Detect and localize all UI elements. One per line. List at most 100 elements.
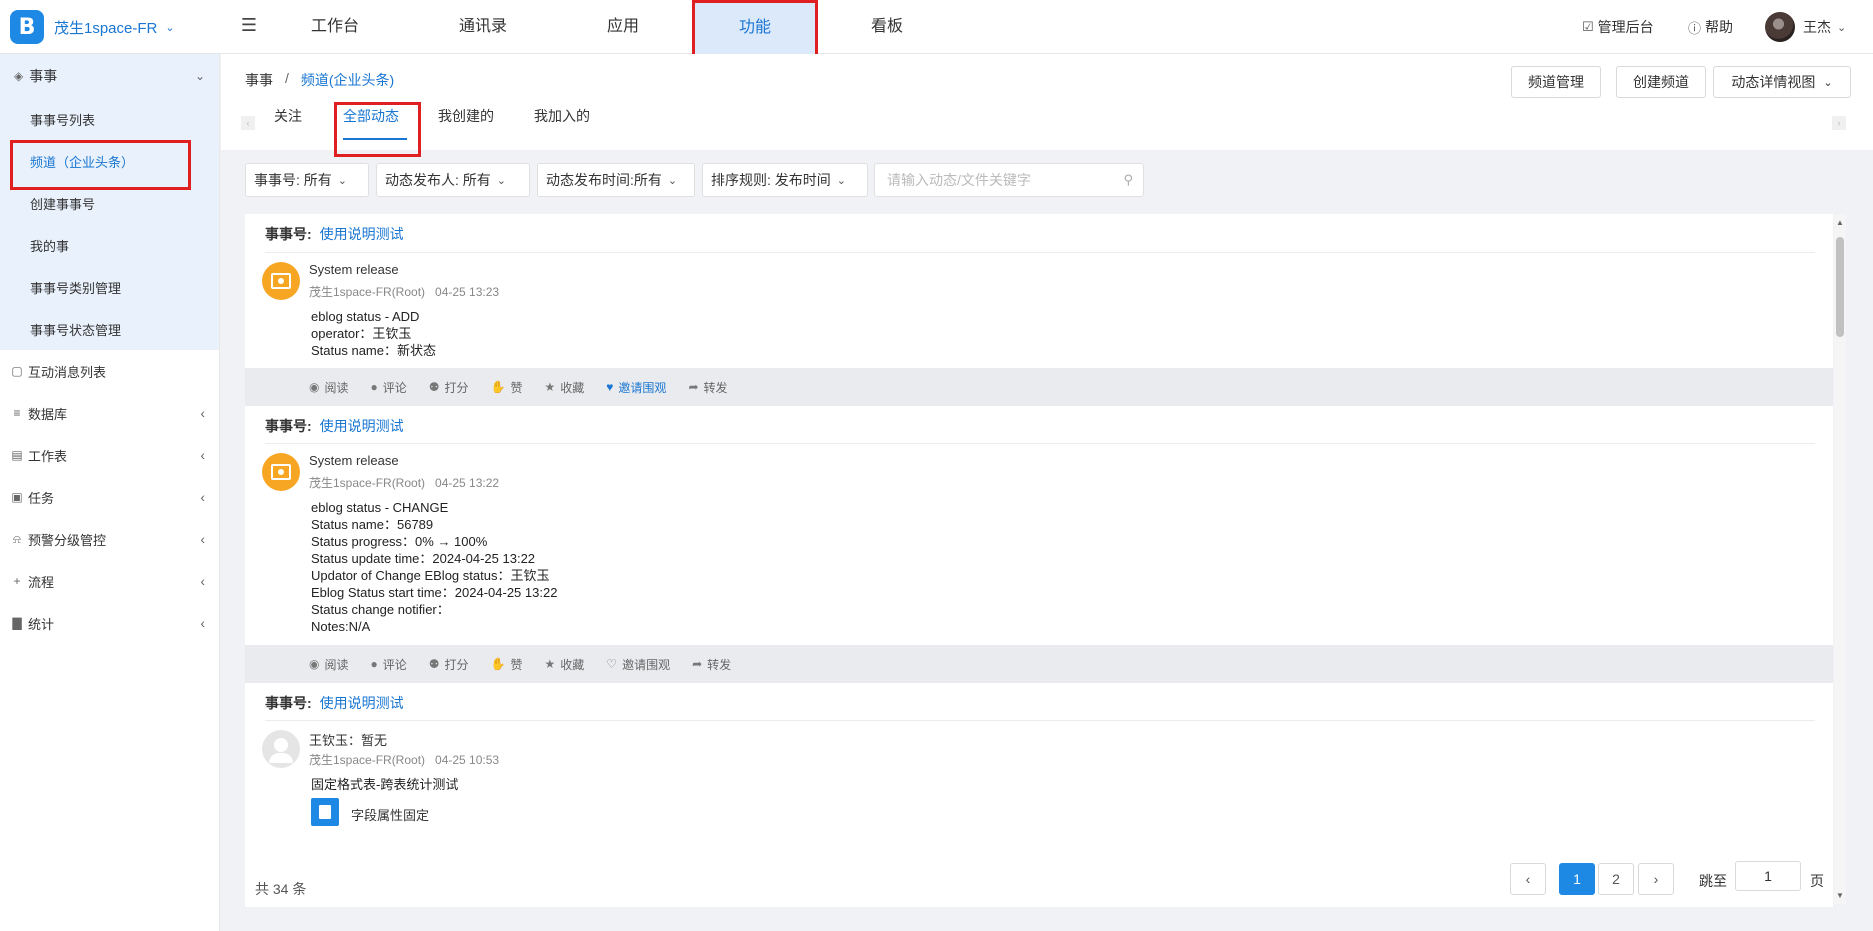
admin-link[interactable]: ☑ 管理后台: [1582, 16, 1654, 38]
sidebar-item-label: 任务: [28, 490, 55, 506]
post-channel: 事事号: 使用说明测试: [265, 416, 404, 436]
action-label: 邀请围观: [618, 380, 667, 395]
post-author[interactable]: System release: [309, 453, 399, 468]
filter-sort[interactable]: 排序规则: 发布时间 ⌄: [702, 163, 868, 197]
tab-joined[interactable]: 我加入的: [534, 106, 590, 140]
system-release-avatar-icon[interactable]: [262, 453, 300, 491]
sidebar-item-my-items[interactable]: 我的事: [0, 224, 219, 266]
action-label: 阅读: [324, 657, 349, 672]
user-avatar-icon[interactable]: [262, 730, 300, 768]
admin-icon: ☑: [1582, 19, 1594, 34]
chevron-left-icon: ‹: [200, 489, 205, 505]
rate-button[interactable]: ⚉ 打分: [429, 656, 469, 673]
sidebar-item-process[interactable]: + 流程 ‹: [0, 560, 219, 602]
filter-publish-time[interactable]: 动态发布时间: 所有 ⌄: [537, 163, 695, 197]
search-input[interactable]: 请输入动态/文件关键字 ⚲: [874, 163, 1144, 197]
comment-button[interactable]: ● 评论: [371, 656, 407, 673]
nav-contacts[interactable]: 通讯录: [438, 0, 528, 54]
favorite-button[interactable]: ★ 收藏: [545, 656, 585, 673]
scrollbar-thumb[interactable]: [1836, 237, 1844, 337]
nav-dashboard[interactable]: 看板: [842, 0, 932, 54]
like-button[interactable]: ✋ 赞: [491, 379, 523, 396]
tab-scroll-left-icon[interactable]: ‹: [241, 116, 255, 130]
help-icon: ⓘ: [1688, 20, 1702, 36]
sidebar-item-worksheet[interactable]: ▤ 工作表 ‹: [0, 434, 219, 476]
scroll-down-icon[interactable]: ▼: [1836, 891, 1844, 900]
post-divider: [265, 443, 1815, 444]
sidebar-item-status-mgmt[interactable]: 事事号状态管理: [0, 308, 219, 350]
document-icon[interactable]: [311, 798, 339, 826]
comment-button[interactable]: ● 评论: [371, 379, 407, 396]
heart-icon: ♥: [606, 380, 614, 394]
post-channel-link[interactable]: 使用说明测试: [320, 416, 404, 436]
tab-created[interactable]: 我创建的: [438, 106, 494, 140]
comment-icon: ●: [370, 657, 378, 671]
read-button[interactable]: ◉ 阅读: [309, 656, 349, 673]
nav-functions[interactable]: 功能: [695, 0, 815, 54]
post-line: Updator of Change EBlog status：王钦玉: [311, 568, 550, 583]
action-label: 打分: [444, 380, 469, 395]
help-link[interactable]: ⓘ 帮助: [1688, 16, 1733, 38]
breadcrumb-current: 频道(企业头条): [300, 72, 395, 88]
favorite-button[interactable]: ★ 收藏: [545, 379, 585, 396]
sidebar-item-messages[interactable]: ▢ 互动消息列表: [0, 350, 219, 392]
rate-button[interactable]: ⚉ 打分: [429, 379, 469, 396]
post-author[interactable]: 王钦玉：暂无: [309, 730, 387, 749]
attachment-name[interactable]: 字段属性固定: [351, 805, 429, 824]
sidebar-item-create-account[interactable]: 创建事事号: [0, 182, 219, 224]
nav-workbench[interactable]: 工作台: [290, 0, 380, 54]
breadcrumb-root[interactable]: 事事: [245, 70, 273, 90]
create-channel-button[interactable]: 创建频道: [1616, 66, 1706, 98]
sidebar: ◈ 事事 ⌄ 事事号列表 频道（企业头条） 创建事事号 我的事 事事号类别管理 …: [0, 54, 220, 931]
feed-scrollbar[interactable]: ▲ ▼: [1834, 214, 1846, 904]
brand-switcher[interactable]: B 茂生1space-FR ⌄: [10, 10, 175, 44]
post-channel-link[interactable]: 使用说明测试: [320, 224, 404, 244]
read-button[interactable]: ◉ 阅读: [309, 379, 349, 396]
post-channel-link[interactable]: 使用说明测试: [320, 693, 404, 713]
invite-button[interactable]: ♥ 邀请围观: [606, 379, 666, 396]
database-icon: ≡: [13, 406, 21, 420]
view-mode-dropdown[interactable]: 动态详情视图 ⌄: [1713, 66, 1851, 98]
next-page-button[interactable]: ›: [1638, 863, 1674, 895]
filter-label: 动态发布人:: [385, 172, 459, 188]
like-button[interactable]: ✋ 赞: [491, 656, 523, 673]
channel-manage-button[interactable]: 频道管理: [1511, 66, 1601, 98]
filter-label: 动态发布时间:: [546, 172, 634, 188]
prev-page-button[interactable]: ‹: [1510, 863, 1546, 895]
post-divider: [265, 252, 1815, 253]
tab-scroll-right-icon[interactable]: ›: [1832, 116, 1846, 130]
jump-page-input[interactable]: 1: [1735, 861, 1801, 891]
forward-button[interactable]: ➦ 转发: [688, 379, 727, 396]
thumbs-up-icon: ✋: [490, 657, 506, 671]
sidebar-item-database[interactable]: ≡ 数据库 ‹: [0, 392, 219, 434]
tab-follow[interactable]: 关注: [274, 106, 302, 140]
sidebar-item-alerts[interactable]: ⍾ 预警分级管控 ‹: [0, 518, 219, 560]
invite-button[interactable]: ♡ 邀请围观: [606, 656, 670, 673]
sidebar-item-category-mgmt[interactable]: 事事号类别管理: [0, 266, 219, 308]
post-author[interactable]: System release: [309, 262, 399, 277]
forward-icon: ➦: [692, 657, 703, 671]
search-icon[interactable]: ⚲: [1123, 172, 1133, 188]
filter-publisher[interactable]: 动态发布人: 所有 ⌄: [376, 163, 530, 197]
filter-value: 发布时间: [774, 172, 831, 188]
scroll-up-icon[interactable]: ▲: [1836, 218, 1844, 227]
sidebar-group-header[interactable]: ◈ 事事 ⌄: [0, 54, 219, 98]
sidebar-item-statistics[interactable]: ▇ 统计 ‹: [0, 602, 219, 644]
post-line: Status progress：0% → 100%: [311, 534, 488, 549]
forward-button[interactable]: ➦ 转发: [692, 656, 731, 673]
sidebar-item-channel[interactable]: 频道（企业头条）: [0, 140, 219, 182]
sidebar-item-task[interactable]: ▣ 任务 ‹: [0, 476, 219, 518]
user-name: 王杰: [1803, 19, 1831, 35]
menu-collapse-icon[interactable]: ☰: [238, 14, 260, 36]
system-release-avatar-icon[interactable]: [262, 262, 300, 300]
page-button-2[interactable]: 2: [1598, 863, 1634, 895]
user-menu[interactable]: 王杰 ⌄: [1765, 12, 1846, 42]
tab-all-activity[interactable]: 全部动态: [343, 106, 407, 140]
sidebar-item-account-list[interactable]: 事事号列表: [0, 98, 219, 140]
post-line: Status name：新状态: [311, 343, 436, 358]
nav-apps[interactable]: 应用: [578, 0, 668, 54]
chevron-left-icon: ‹: [200, 447, 205, 463]
page-button-1[interactable]: 1: [1559, 863, 1595, 895]
chevron-down-icon: ⌄: [1823, 76, 1833, 89]
filter-account[interactable]: 事事号: 所有 ⌄: [245, 163, 369, 197]
